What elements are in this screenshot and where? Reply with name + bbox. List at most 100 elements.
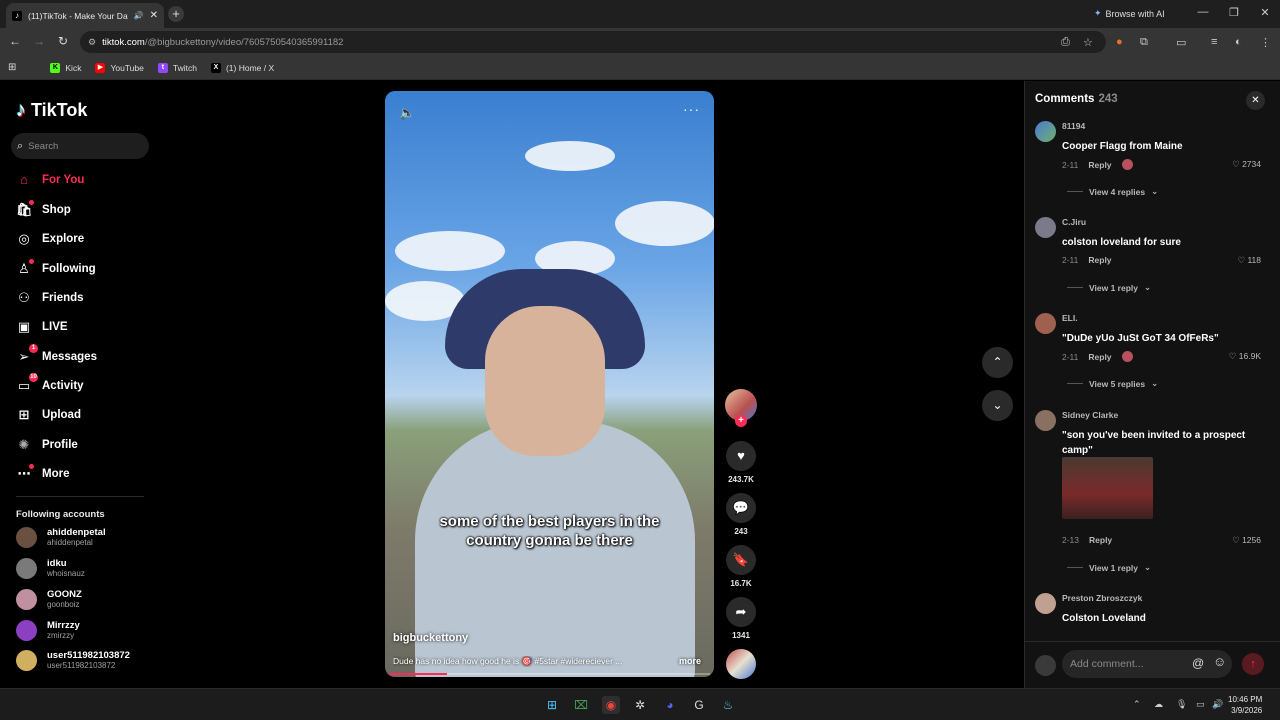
chatgpt-icon[interactable]: ✲ — [631, 696, 649, 714]
install-app-icon[interactable]: ⎙ — [1061, 36, 1070, 49]
nav-messages[interactable]: ➢ 1 Messages — [16, 344, 97, 368]
bookmark-twitch[interactable]: t Twitch — [157, 62, 197, 73]
nav-for-you[interactable]: ⌂ For You — [16, 169, 84, 191]
following-account-item[interactable]: user511982103872 user511982103872 — [16, 650, 130, 671]
comment-like-button[interactable]: ♡ 118 — [1237, 255, 1261, 266]
comment-image[interactable] — [1062, 457, 1153, 519]
chevron-down-icon: ⌄ — [992, 398, 1003, 412]
save-action[interactable]: 🔖 16.7K — [724, 545, 758, 588]
nav-live[interactable]: ▣ LIVE — [16, 316, 68, 338]
close-comments-icon[interactable]: ✕ — [1246, 91, 1265, 110]
bookmark-x[interactable]: X (1) Home / X — [210, 62, 274, 73]
reply-button[interactable]: Reply — [1088, 352, 1111, 362]
comment-username[interactable]: 81194 — [1062, 121, 1085, 131]
app-icon[interactable]: G — [690, 696, 708, 714]
microphone-icon[interactable]: 🎙 — [1176, 699, 1187, 710]
xbox-icon[interactable]: ⌧ — [572, 696, 590, 714]
chrome-icon[interactable]: ◉ — [602, 696, 620, 714]
avatar[interactable] — [1035, 410, 1056, 431]
browse-with-ai-button[interactable]: ✦ Browse with AI — [1094, 8, 1165, 19]
address-bar[interactable]: ⚙ tiktok.com/@bigbuckettony/video/760575… — [80, 31, 1106, 53]
comment-action[interactable]: 💬 243 — [724, 493, 758, 536]
next-video-button[interactable]: ⌄ — [982, 390, 1013, 421]
apps-grid-icon[interactable]: ⊞ — [8, 62, 16, 73]
nav-upload[interactable]: ⊞ Upload — [16, 404, 81, 426]
bookmark-star-icon[interactable]: ☆ — [1083, 36, 1093, 49]
discord-icon[interactable]: ◕ — [661, 696, 679, 714]
share-action[interactable]: ➦ 1341 — [724, 597, 758, 640]
following-account-item[interactable]: Mirrzzy zmirzzy — [16, 620, 80, 641]
chrome-menu-icon[interactable]: ⋮ — [1260, 36, 1271, 49]
back-icon[interactable]: ← — [7, 34, 23, 48]
video-player[interactable]: 🔈 ··· some of the best players in the co… — [385, 91, 714, 677]
display-icon[interactable]: ▭ — [1196, 699, 1205, 710]
volume-tray-icon[interactable]: 🔊 — [1212, 699, 1223, 710]
reply-button[interactable]: Reply — [1088, 255, 1111, 265]
comment-username[interactable]: C.Jiru — [1062, 217, 1086, 227]
add-comment-input[interactable] — [1062, 650, 1232, 678]
previous-video-button[interactable]: ⌃ — [982, 347, 1013, 378]
comment-username[interactable]: Sidney Clarke — [1062, 410, 1118, 420]
tiktok-logo[interactable]: ♪ TikTok — [16, 99, 87, 122]
restore-icon[interactable]: ❐ — [1224, 6, 1244, 19]
nav-explore[interactable]: ◎ Explore — [16, 228, 84, 250]
profile-avatar-icon[interactable]: ◐ — [1235, 36, 1242, 48]
emoji-icon[interactable]: ☺ — [1213, 654, 1226, 669]
search-box[interactable]: ⌕ Search — [11, 133, 149, 159]
tab-close-icon[interactable]: ✕ — [150, 10, 158, 21]
steam-icon[interactable]: ♨ — [719, 696, 737, 714]
comment-username[interactable]: ELI. — [1062, 313, 1078, 323]
forward-icon[interactable]: → — [31, 34, 47, 48]
video-progress-bar[interactable] — [389, 673, 710, 675]
new-tab-button[interactable]: + — [168, 6, 184, 22]
avatar[interactable] — [1035, 217, 1056, 238]
video-author[interactable]: bigbuckettony — [393, 632, 468, 644]
following-account-item[interactable]: idku whoisnauz — [16, 558, 85, 579]
site-info-icon[interactable]: ⚙ — [88, 37, 96, 48]
nav-more[interactable]: ⋯ More — [16, 463, 69, 485]
nav-shop[interactable]: 🛍 Shop — [16, 199, 71, 221]
mention-icon[interactable]: @ — [1192, 656, 1204, 670]
follow-plus-icon[interactable]: + — [735, 415, 747, 427]
nav-profile[interactable]: ✺ Profile — [16, 434, 78, 456]
extension-icon[interactable]: ● — [1116, 36, 1123, 48]
following-account-item[interactable]: ahiddenpetal ahiddenpetal — [16, 527, 106, 548]
nav-activity[interactable]: ▭ 10 Activity — [16, 373, 84, 397]
browser-tab-active[interactable]: ♪ (11)TikTok - Make Your Day 🔊 ✕ — [6, 3, 164, 28]
avatar[interactable] — [1035, 121, 1056, 142]
like-action[interactable]: ♥ 243.7K — [724, 441, 758, 484]
music-disc-icon[interactable] — [726, 649, 756, 679]
nav-following[interactable]: ♙ Following — [16, 258, 96, 280]
reply-button[interactable]: Reply — [1088, 160, 1111, 170]
view-replies-button[interactable]: View 5 replies ⌄ — [1067, 378, 1158, 389]
description-more-link[interactable]: more — [679, 656, 701, 666]
speaker-icon[interactable]: 🔊 — [134, 11, 144, 20]
comment-like-button[interactable]: ♡ 2734 — [1232, 159, 1261, 170]
post-comment-button[interactable]: ↑ — [1242, 653, 1264, 675]
comment-username[interactable]: Preston Zbroszczyk — [1062, 593, 1142, 603]
view-replies-button[interactable]: View 1 reply ⌄ — [1067, 562, 1151, 573]
extensions-puzzle-icon[interactable]: ⧉ — [1140, 36, 1148, 49]
comment-like-button[interactable]: ♡ 1256 — [1232, 535, 1261, 546]
reload-icon[interactable]: ↻ — [55, 34, 71, 48]
media-controls-icon[interactable]: ≡ — [1211, 36, 1217, 48]
minimize-icon[interactable]: — — [1193, 6, 1213, 18]
windows-start-icon[interactable]: ⊞ — [543, 696, 561, 714]
avatar[interactable] — [1035, 593, 1056, 614]
system-clock[interactable]: 10:46 PM 3/9/2026 — [1228, 694, 1262, 716]
network-app-icon[interactable]: ☁ — [1154, 699, 1163, 710]
avatar[interactable] — [1035, 313, 1056, 334]
comment-like-button[interactable]: ♡ 16.9K — [1229, 351, 1261, 362]
bookmark-youtube[interactable]: ▶ YouTube — [95, 62, 144, 73]
cast-icon[interactable]: ▭ — [1176, 36, 1186, 49]
window-close-icon[interactable]: ✕ — [1255, 6, 1275, 19]
video-menu-icon[interactable]: ··· — [683, 101, 700, 117]
view-replies-button[interactable]: View 4 replies ⌄ — [1067, 186, 1158, 197]
following-account-item[interactable]: GOONZ goonboiz — [16, 589, 82, 610]
view-replies-button[interactable]: View 1 reply ⌄ — [1067, 282, 1151, 293]
bookmark-kick[interactable]: K Kick — [50, 62, 81, 73]
volume-icon[interactable]: 🔈 — [399, 105, 415, 121]
nav-friends[interactable]: ⚇ Friends — [16, 287, 83, 309]
tray-overflow-icon[interactable]: ⌃ — [1133, 699, 1141, 710]
reply-button[interactable]: Reply — [1089, 535, 1112, 545]
